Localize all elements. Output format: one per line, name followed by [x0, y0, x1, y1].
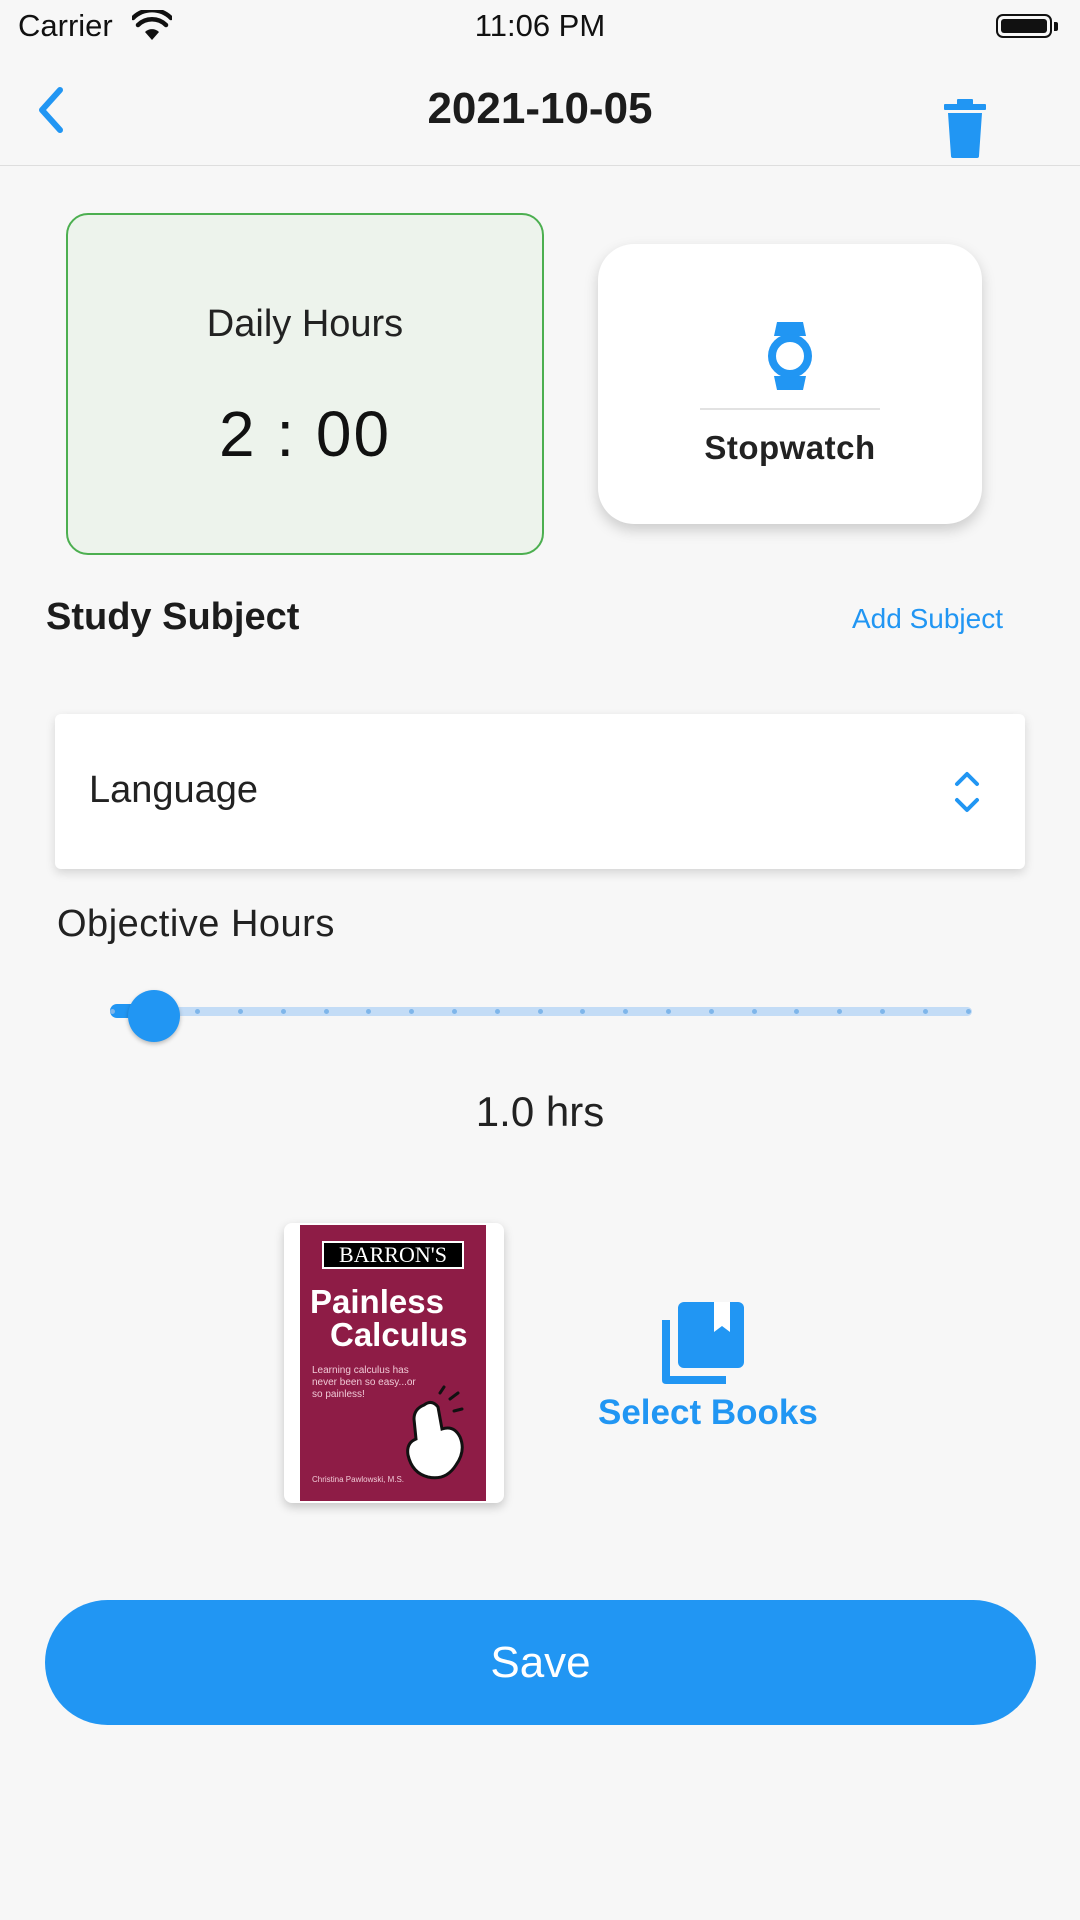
slider-thumb[interactable] [128, 990, 180, 1042]
slider-tick [237, 1009, 243, 1014]
slider-tick [494, 1009, 500, 1014]
objective-hours-label: Objective Hours [57, 903, 335, 945]
battery-icon [996, 14, 1058, 38]
book-title-line2: Calculus [330, 1316, 468, 1353]
page-title: 2021-10-05 [427, 84, 653, 133]
book-author: Christina Pawlowski, M.S. [312, 1475, 405, 1484]
slider-tick [922, 1009, 928, 1014]
stopwatch-divider [700, 408, 880, 410]
book-cover-image: BARRON'S Painless Calculus Learning calc… [300, 1225, 486, 1501]
objective-hours-value: 1.0 hrs [475, 1088, 605, 1135]
save-button[interactable]: Save [45, 1600, 1036, 1725]
snapping-hand-icon [406, 1385, 464, 1480]
navigation-bar: 2021-10-05 [0, 54, 1080, 166]
library-books-icon[interactable] [658, 1298, 748, 1388]
daily-hours-value: 2 : 00 [218, 398, 392, 470]
daily-hours-label: Daily Hours [206, 303, 404, 345]
select-books-label[interactable]: Select Books [598, 1393, 818, 1433]
slider-tick [965, 1009, 971, 1014]
slider-tick [708, 1009, 714, 1014]
slider-tick [751, 1009, 757, 1014]
up-down-chevron-icon [955, 772, 979, 812]
slider-tick [537, 1009, 543, 1014]
slider-tick [323, 1009, 329, 1014]
slider-tick [451, 1009, 457, 1014]
trash-icon[interactable] [940, 98, 990, 158]
add-subject-link[interactable]: Add Subject [852, 603, 1003, 635]
slider-tick [109, 1009, 115, 1014]
slider-tick [665, 1009, 671, 1014]
stopwatch-label: Stopwatch [704, 429, 876, 466]
stopwatch-button[interactable]: Stopwatch [598, 244, 982, 524]
book-publisher: BARRON'S [322, 1241, 464, 1269]
daily-hours-card[interactable]: Daily Hours 2 : 00 [66, 213, 544, 555]
selected-book[interactable]: BARRON'S Painless Calculus Learning calc… [284, 1223, 504, 1503]
status-time: 11:06 PM [474, 8, 606, 43]
objective-hours-slider[interactable] [106, 990, 974, 1042]
slider-tick [879, 1009, 885, 1014]
watch-icon [768, 322, 812, 390]
subject-dropdown[interactable]: Language [55, 714, 1025, 869]
slider-tick [280, 1009, 286, 1014]
study-subject-heading: Study Subject [46, 596, 300, 638]
status-bar: Carrier 11:06 PM [0, 0, 1080, 54]
subject-selected-value: Language [89, 769, 259, 811]
